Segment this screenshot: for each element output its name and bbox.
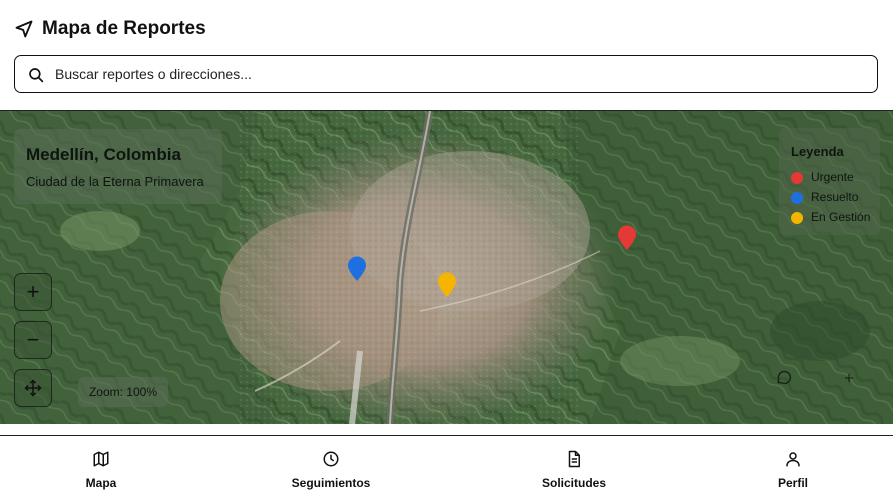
map-icon [93, 451, 109, 467]
marker-urgente[interactable] [617, 225, 637, 251]
plus-icon [844, 373, 854, 383]
legend-label: En Gestión [811, 210, 871, 224]
tab-label: Mapa [85, 476, 117, 490]
zoom-out-button[interactable]: − [14, 321, 52, 359]
tab-label: Perfil [777, 476, 808, 490]
zoom-level-badge: Zoom: 100% [78, 377, 168, 407]
legend-title: Leyenda [791, 144, 844, 159]
search-icon [29, 68, 44, 83]
navigation-arrow-icon [15, 20, 33, 38]
tab-perfil[interactable]: Perfil [770, 450, 816, 490]
page-title: Mapa de Reportes [42, 18, 206, 39]
map-legend: Leyenda Urgente Resuelto En Gestión [779, 128, 880, 235]
satellite-map[interactable]: Medellín, Colombia Ciudad de la Eterna P… [0, 111, 893, 424]
bottom-navigation: Mapa Seguimientos Solicitudes Perfil [0, 436, 893, 503]
legend-label: Resuelto [811, 190, 859, 204]
marker-resuelto[interactable] [347, 256, 367, 282]
pan-button[interactable] [14, 369, 52, 407]
app-header: Mapa de Reportes [0, 0, 893, 60]
tab-seguimientos[interactable]: Seguimientos [285, 450, 377, 490]
location-subtitle: Ciudad de la Eterna Primavera [26, 174, 204, 189]
chat-bubble-icon [777, 370, 792, 385]
move-arrows-icon [24, 379, 42, 397]
legend-label: Urgente [811, 170, 854, 184]
marker-en-gestion[interactable] [437, 272, 457, 298]
tab-mapa[interactable]: Mapa [70, 450, 132, 490]
tab-solicitudes[interactable]: Solicitudes [536, 450, 612, 490]
legend-dot-en-gestion [791, 212, 803, 224]
document-icon [568, 450, 580, 468]
legend-dot-resuelto [791, 192, 803, 204]
location-title: Medellín, Colombia [26, 145, 181, 164]
zoom-in-button[interactable]: + [14, 273, 52, 311]
tab-label: Solicitudes [541, 476, 606, 490]
clock-icon [323, 451, 339, 467]
user-icon [786, 452, 800, 467]
tab-label: Seguimientos [291, 476, 371, 490]
legend-dot-urgente [791, 172, 803, 184]
location-card: Medellín, Colombia Ciudad de la Eterna P… [14, 129, 222, 204]
search-input[interactable] [55, 56, 855, 92]
search-bar[interactable] [14, 55, 878, 93]
